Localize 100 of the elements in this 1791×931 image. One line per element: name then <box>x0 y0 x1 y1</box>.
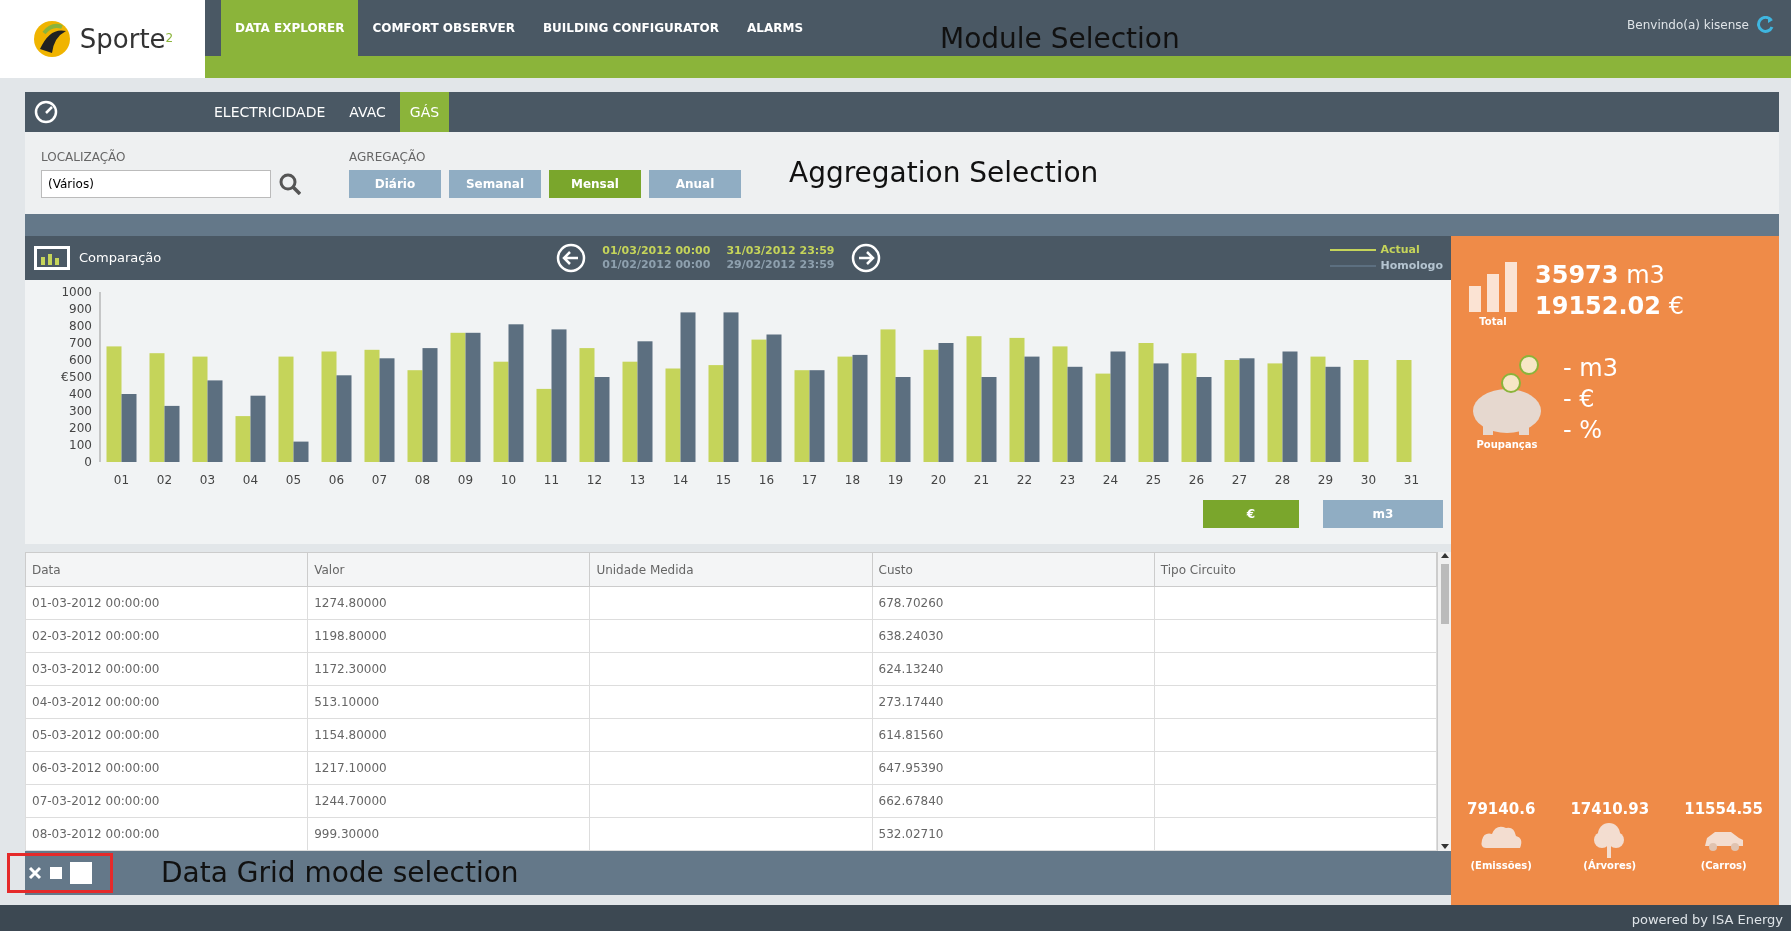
field-label: LOCALIZAÇÃO <box>41 148 127 166</box>
tick-label: 06 <box>328 473 345 487</box>
table-cell: 1154.80000 <box>307 718 590 752</box>
tick-label: 07 <box>371 473 388 487</box>
scrollbar[interactable] <box>1437 552 1451 851</box>
table-cell: 1198.80000 <box>307 619 590 653</box>
tick-label: 04 <box>242 473 259 487</box>
table-cell: 06-03-2012 00:00:00 <box>25 751 308 785</box>
tick-label: 13 <box>629 473 646 487</box>
chart-icon <box>33 245 71 271</box>
table-cell: 1244.70000 <box>307 784 590 818</box>
table-cell: 513.10000 <box>307 685 590 719</box>
gauge-icon[interactable] <box>33 99 59 125</box>
tick-label: 200 <box>69 421 92 435</box>
savings-value: - % <box>1563 415 1604 447</box>
tick-label: 0 <box>84 455 92 469</box>
unit-button[interactable]: m3 <box>1323 500 1443 528</box>
table-cell: 624.13240 <box>872 652 1155 686</box>
aggregation-button[interactable]: Anual <box>649 170 741 198</box>
tick-label: 100 <box>69 438 92 452</box>
total-value: 35973 m3 <box>1535 260 1666 291</box>
table-cell: 05-03-2012 00:00:00 <box>25 718 308 752</box>
tick-label: 400 <box>69 387 92 401</box>
tick-label: 900 <box>69 302 92 316</box>
savings-label: Poupanças <box>1476 438 1538 452</box>
tick-label: 15 <box>715 473 732 487</box>
arrow-right-icon[interactable] <box>850 243 881 273</box>
table-cell: 03-03-2012 00:00:00 <box>25 652 308 686</box>
tick-label: 17 <box>801 473 818 487</box>
scroll-up-icon[interactable] <box>1439 552 1450 560</box>
module-tab[interactable]: BUILDING CONFIGURATOR <box>528 0 733 56</box>
date-text: 31/03/2012 23:59 <box>726 243 835 258</box>
legend-label: Actual <box>1380 241 1420 258</box>
column-header: Unidade Medida <box>589 552 873 587</box>
table-cell: 08-03-2012 00:00:00 <box>25 817 308 851</box>
tick-label: 300 <box>69 404 92 418</box>
bar-chart-icon <box>1467 260 1519 314</box>
equivalent-label: (Carros) <box>1700 859 1747 873</box>
equivalent-value: 11554.55 <box>1684 798 1763 820</box>
tick-label: 09 <box>457 473 474 487</box>
tick-label: 26 <box>1188 473 1205 487</box>
savings-value: - m3 <box>1563 353 1618 384</box>
table-cell: 04-03-2012 00:00:00 <box>25 685 308 719</box>
tick-label: 08 <box>414 473 431 487</box>
energy-tab[interactable]: ELECTRICIDADE <box>204 92 336 132</box>
unit-button[interactable]: € <box>1203 500 1299 528</box>
tick-label: 600 <box>69 353 92 367</box>
tick-label: 23 <box>1059 473 1076 487</box>
table-cell: 1217.10000 <box>307 751 590 785</box>
tick-label: 700 <box>69 336 92 350</box>
tick-label: 14 <box>672 473 689 487</box>
tick-label: 10 <box>500 473 517 487</box>
tick-label: 19 <box>887 473 904 487</box>
logo-icon <box>31 19 72 59</box>
close-icon[interactable] <box>28 866 42 880</box>
panel-title: Comparação <box>79 249 162 268</box>
footer-text: powered by ISA Energy <box>1631 911 1783 930</box>
energy-tab[interactable]: GÁS <box>399 92 450 132</box>
equivalent-value: 79140.6 <box>1467 798 1536 820</box>
location-field[interactable]: (Vários) <box>41 170 271 198</box>
tick-label: 02 <box>156 473 173 487</box>
tick-label: 25 <box>1145 473 1162 487</box>
tick-label: 27 <box>1231 473 1248 487</box>
table-cell: 532.02710 <box>872 817 1155 851</box>
refresh-icon[interactable] <box>1757 16 1775 34</box>
module-tab[interactable]: DATA EXPLORER <box>221 0 359 56</box>
tick-label: 01 <box>113 473 130 487</box>
scroll-thumb[interactable] <box>1440 564 1449 624</box>
aggregation-button[interactable]: Mensal <box>549 170 641 198</box>
column-header: Tipo Circuito <box>1154 552 1437 587</box>
equivalent-label: (Árvores) <box>1583 858 1637 873</box>
energy-tab[interactable]: AVAC <box>339 92 396 132</box>
tick-label: 21 <box>973 473 990 487</box>
field-label: AGREGAÇÃO <box>349 148 427 166</box>
column-header: Custo <box>872 552 1155 587</box>
table-cell: 614.81560 <box>872 718 1155 752</box>
table-cell: 678.70260 <box>872 586 1155 620</box>
column-header: Data <box>25 552 308 587</box>
greeting-text: Benvindo(a) kisense <box>1627 17 1749 34</box>
tick-label: 28 <box>1274 473 1291 487</box>
arrow-left-icon[interactable] <box>556 243 587 273</box>
table-cell: 662.67840 <box>872 784 1155 818</box>
table-cell: 1274.80000 <box>307 586 590 620</box>
total-label: Total <box>1479 315 1507 329</box>
table-cell: 07-03-2012 00:00:00 <box>25 784 308 818</box>
column-header: Valor <box>307 552 590 587</box>
search-icon[interactable] <box>279 173 301 195</box>
total-value: 19152.02 € <box>1535 291 1684 323</box>
table-cell: 647.95390 <box>872 751 1155 785</box>
date-text: 29/02/2012 23:59 <box>726 258 835 273</box>
module-tab[interactable]: ALARMS <box>733 0 818 56</box>
module-tab[interactable]: COMFORT OBSERVER <box>358 0 529 56</box>
savings-value: - € <box>1563 384 1596 416</box>
tick-label: 1000 <box>61 285 92 299</box>
tick-label: 20 <box>930 473 947 487</box>
aggregation-button[interactable]: Diário <box>349 170 441 198</box>
equivalent-value: 17410.93 <box>1570 798 1650 820</box>
aggregation-button[interactable]: Semanal <box>449 170 541 198</box>
axis-label: € <box>61 370 69 384</box>
tick-label: 22 <box>1016 473 1033 487</box>
